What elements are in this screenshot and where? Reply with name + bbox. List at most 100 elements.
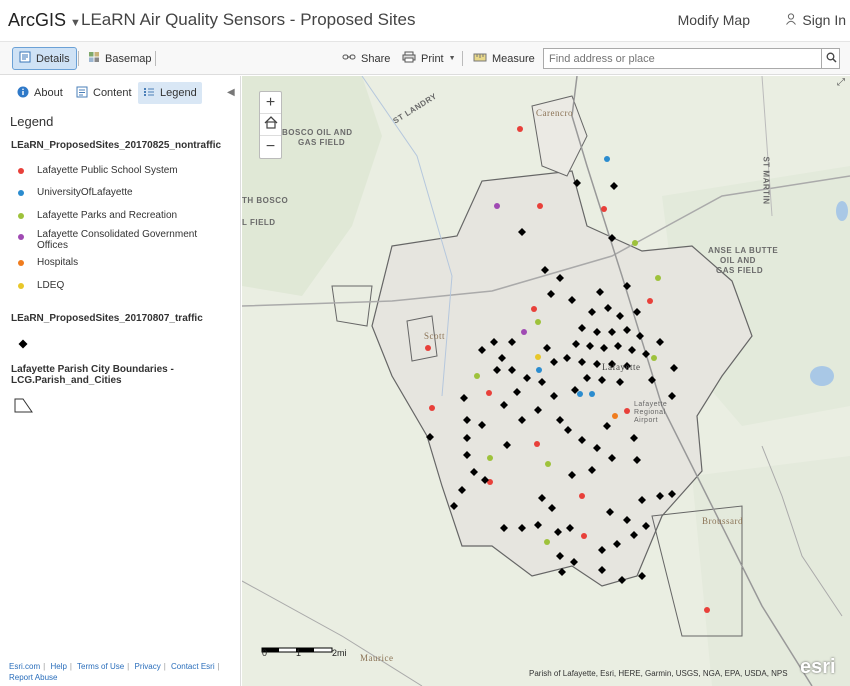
info-icon	[17, 86, 29, 101]
map-canvas[interactable]: ST LANDRY Carencro BOSCO OIL AND GAS FIE…	[242, 76, 850, 686]
share-icon	[342, 52, 356, 65]
map-label: Broussard	[702, 516, 743, 526]
legend-item-label: Lafayette Parks and Recreation	[37, 210, 178, 221]
legend-item: LDEQ	[18, 280, 64, 291]
basemap-icon	[88, 51, 100, 66]
orange-dot-icon	[18, 260, 24, 266]
panel-tabs: About Content Legend ◀	[0, 82, 241, 104]
tab-content[interactable]: Content	[71, 82, 137, 104]
arcgis-brand-menu[interactable]: ArcGIS ▼	[8, 10, 81, 31]
blue-dot-icon	[18, 190, 24, 196]
scale-label: 0	[262, 648, 268, 658]
search-button[interactable]	[821, 48, 840, 69]
map-label: Lafayette Regional Airport	[634, 401, 668, 424]
esri-logo[interactable]: esri	[800, 656, 836, 679]
tab-legend-label: Legend	[160, 87, 197, 99]
measure-icon	[473, 51, 487, 66]
home-button[interactable]	[260, 114, 281, 136]
map-label: L FIELD	[242, 218, 276, 227]
legend-item-label: Lafayette Public School System	[37, 165, 178, 176]
layer-title: LEaRN_ProposedSites_20170807_traffic	[11, 313, 203, 324]
footer-link-help[interactable]: Help	[50, 662, 66, 671]
divider	[462, 51, 463, 66]
sign-in-label: Sign In	[802, 12, 846, 28]
modify-map-link[interactable]: Modify Map	[678, 12, 750, 28]
footer-links: Esri.com | Help | Terms of Use | Privacy | C…	[9, 662, 220, 682]
map-label: BOSCO OIL AND	[282, 128, 353, 137]
legend-item: Lafayette Public School System	[18, 165, 178, 176]
map-title: LEaRN Air Quality Sensors - Proposed Sit…	[81, 10, 416, 29]
map-label: GAS FIELD	[298, 138, 346, 147]
measure-label: Measure	[492, 52, 535, 65]
footer-link-report[interactable]: Report Abuse	[9, 673, 57, 682]
basemap-button[interactable]: Basemap	[82, 47, 157, 70]
brand-label: ArcGIS	[8, 10, 67, 30]
map-attribution[interactable]: Parish of Lafayette, Esri, HERE, Garmin,…	[529, 669, 788, 678]
legend-icon	[143, 86, 155, 101]
map-label: Maurice	[360, 653, 394, 663]
yellow-dot-icon	[18, 283, 24, 289]
plus-icon: +	[265, 93, 276, 111]
scale-label: 2mi	[332, 648, 347, 658]
footer-link-terms[interactable]: Terms of Use	[77, 662, 124, 671]
tab-content-label: Content	[93, 87, 132, 99]
toolbar: Details Basemap Share Print ▼ Measure	[0, 42, 850, 75]
footer-link-contact[interactable]: Contact Esri	[171, 662, 215, 671]
footer-link-esri[interactable]: Esri.com	[9, 662, 40, 671]
map-label: Carencro	[536, 108, 573, 118]
sign-in-link[interactable]: Sign In	[786, 12, 846, 28]
collapse-panel-icon[interactable]: ◀	[227, 87, 235, 98]
map-label: Scott	[424, 331, 446, 341]
app-header: ArcGIS ▼ LEaRN Air Quality Sensors - Prop…	[0, 0, 850, 42]
share-label: Share	[361, 52, 391, 65]
legend-item-label: Hospitals	[37, 257, 79, 268]
details-button[interactable]: Details	[12, 47, 77, 70]
minus-icon: −	[265, 138, 276, 155]
legend-item-label: LDEQ	[37, 280, 65, 291]
map-label: OIL AND	[720, 256, 756, 265]
legend-item: UniversityOfLafayette	[18, 187, 133, 198]
search-input[interactable]	[543, 48, 840, 69]
details-label: Details	[36, 52, 70, 65]
zoom-controls: + −	[259, 91, 282, 159]
user-icon	[786, 12, 797, 28]
legend-item: Lafayette Consolidated Government Office…	[18, 229, 218, 251]
zoom-out-button[interactable]: −	[260, 136, 281, 158]
zoom-in-button[interactable]: +	[260, 92, 281, 114]
legend-item: Hospitals	[18, 257, 78, 268]
content-icon	[76, 86, 88, 101]
legend-heading: Legend	[10, 114, 54, 129]
print-label: Print	[421, 52, 444, 65]
map-basemap	[242, 76, 850, 686]
print-button[interactable]: Print ▼	[396, 47, 462, 70]
black-diamond-icon	[18, 336, 28, 354]
chevron-down-icon: ▼	[448, 55, 456, 62]
scale-label: 1	[296, 648, 302, 658]
tab-legend[interactable]: Legend	[138, 82, 202, 104]
search-icon	[826, 50, 837, 68]
map-label: Lafayette	[602, 362, 641, 372]
details-icon	[19, 51, 31, 66]
tab-about[interactable]: About	[12, 82, 68, 104]
home-icon	[264, 115, 278, 134]
basemap-label: Basemap	[105, 52, 152, 65]
layer-title: LCG.Parish_and_Cities	[11, 375, 122, 386]
divider	[78, 51, 79, 66]
red-dot-icon	[18, 168, 24, 174]
purple-dot-icon	[18, 234, 24, 240]
printer-icon	[402, 51, 416, 66]
legend-item: Lafayette Parks and Recreation	[18, 210, 177, 221]
expand-icon[interactable]: ⤢	[837, 77, 845, 88]
map-label: TH BOSCO	[242, 196, 289, 205]
map-label: GAS FIELD	[716, 266, 764, 275]
measure-button[interactable]: Measure	[467, 47, 541, 70]
tab-about-label: About	[34, 87, 63, 99]
layer-title: Lafayette Parish City Boundaries -	[11, 364, 174, 375]
layer-title: LEaRN_ProposedSites_20170825_nontraffic	[11, 140, 222, 151]
divider	[155, 51, 156, 66]
chevron-down-icon: ▼	[70, 17, 81, 29]
side-panel: About Content Legend ◀ Legend LEaRN_Prop…	[0, 76, 247, 686]
legend-item-label: Lafayette Consolidated Government Office…	[37, 229, 198, 251]
share-button[interactable]: Share	[336, 47, 396, 70]
footer-link-privacy[interactable]: Privacy	[134, 662, 160, 671]
